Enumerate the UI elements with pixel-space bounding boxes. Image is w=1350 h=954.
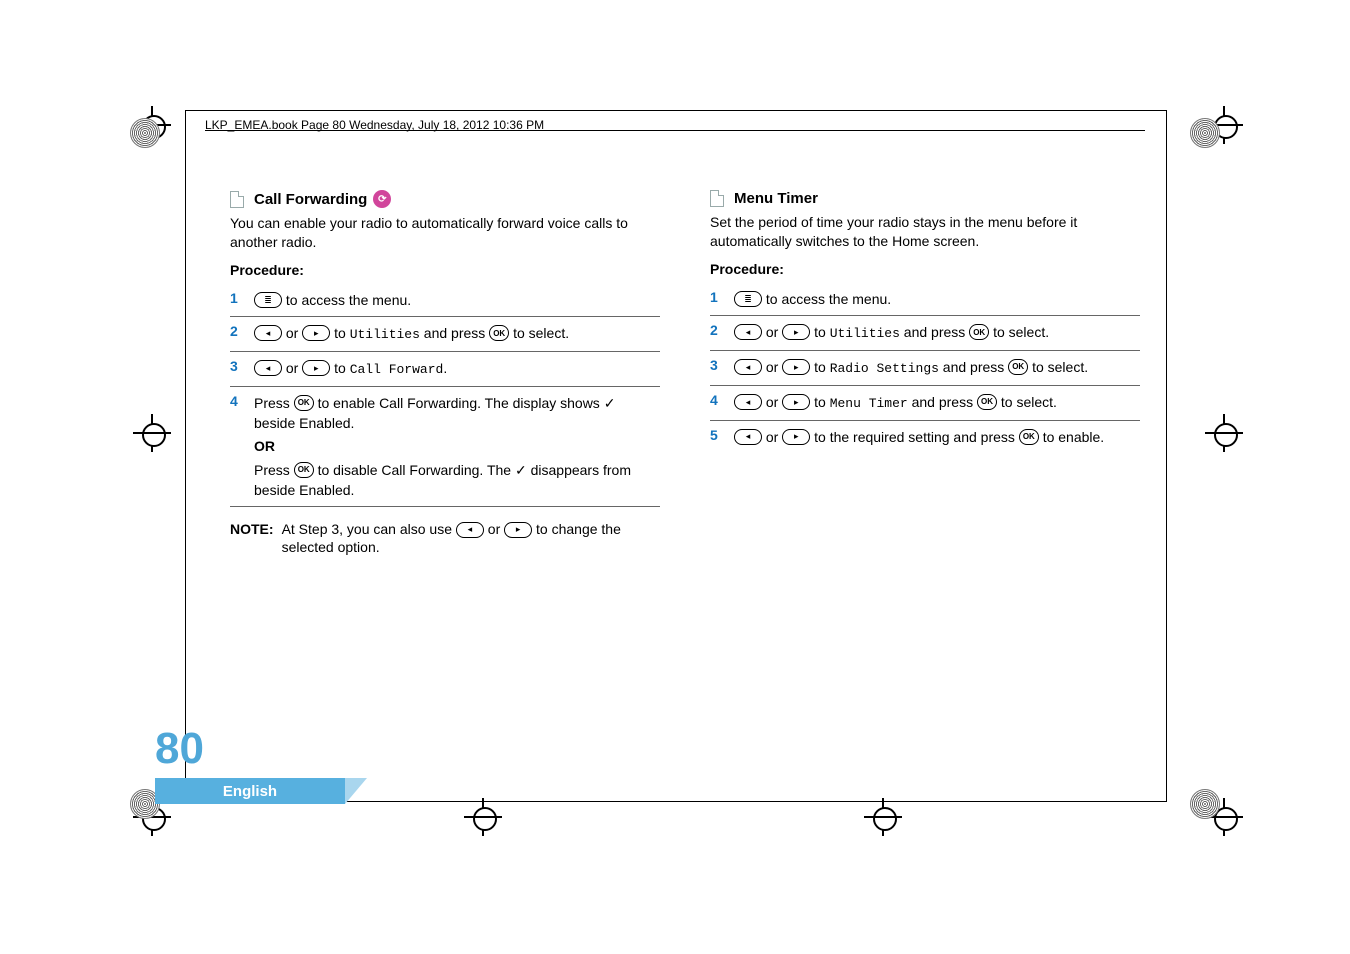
nav-left-icon: ◂ [734, 324, 762, 340]
left-column: Call Forwarding ⟳ You can enable your ra… [230, 190, 660, 555]
step-row: 3 ◂ or ▸ to Radio Settings and press OK … [710, 351, 1140, 386]
note-label: NOTE: [230, 521, 274, 554]
page-number: 80 [155, 724, 204, 774]
nav-right-icon: ▸ [782, 324, 810, 340]
menu-path-text: Utilities [830, 326, 900, 341]
nav-left-icon: ◂ [254, 360, 282, 376]
ok-button-icon: OK [977, 394, 997, 410]
step-row: 4 Press OK to enable Call Forwarding. Th… [230, 387, 660, 507]
step-number: 2 [710, 322, 724, 338]
step-body: ◂ or ▸ to Radio Settings and press OK to… [734, 357, 1140, 379]
nav-right-icon: ▸ [302, 325, 330, 341]
step-row: 3 ◂ or ▸ to Call Forward. [230, 352, 660, 387]
menu-path-text: Utilities [350, 327, 420, 342]
section-title-menu-timer: Menu Timer [710, 190, 1140, 207]
step-number: 2 [230, 323, 244, 339]
ok-button-icon: OK [294, 395, 314, 411]
step-body: ◂ or ▸ to Utilities and press OK to sele… [734, 322, 1140, 344]
menu-button-icon: ≣ [254, 292, 282, 308]
running-header: LKP_EMEA.book Page 80 Wednesday, July 18… [205, 118, 544, 132]
note-body: At Step 3, you can also use ◂ or ▸ to ch… [282, 521, 660, 554]
step-row: 5 ◂ or ▸ to the required setting and pre… [710, 421, 1140, 453]
step-body: ≣ to access the menu. [254, 290, 660, 310]
procedure-label: Procedure: [230, 262, 660, 278]
section-title-call-forwarding: Call Forwarding ⟳ [230, 190, 660, 208]
registration-mark-icon [870, 804, 896, 830]
step-row: 4 ◂ or ▸ to Menu Timer and press OK to s… [710, 386, 1140, 421]
color-registration-icon [1190, 118, 1220, 148]
step-row: 2 ◂ or ▸ to Utilities and press OK to se… [710, 316, 1140, 351]
menu-button-icon: ≣ [734, 291, 762, 307]
document-icon [710, 190, 724, 207]
step-number: 4 [710, 392, 724, 408]
step-row: 1 ≣ to access the menu. [230, 284, 660, 317]
ok-button-icon: OK [1019, 429, 1039, 445]
nav-right-icon: ▸ [302, 360, 330, 376]
nav-right-icon: ▸ [504, 522, 532, 538]
ok-button-icon: OK [294, 462, 314, 478]
step-number: 4 [230, 393, 244, 409]
step-body: ◂ or ▸ to Utilities and press OK to sele… [254, 323, 660, 345]
registration-mark-icon [1211, 420, 1237, 446]
nav-right-icon: ▸ [782, 429, 810, 445]
nav-right-icon: ▸ [782, 394, 810, 410]
ok-button-icon: OK [969, 324, 989, 340]
nav-left-icon: ◂ [456, 522, 484, 538]
registration-mark-icon [139, 420, 165, 446]
menu-path-text: Radio Settings [830, 361, 939, 376]
step-body: Press OK to enable Call Forwarding. The … [254, 393, 660, 500]
color-registration-icon [130, 118, 160, 148]
intro-paragraph: Set the period of time your radio stays … [710, 213, 1140, 251]
language-tab: English [155, 778, 345, 804]
nav-left-icon: ◂ [734, 429, 762, 445]
intro-paragraph: You can enable your radio to automatical… [230, 214, 660, 252]
or-label: OR [254, 436, 660, 456]
step-body: ◂ or ▸ to the required setting and press… [734, 427, 1140, 447]
section-title-text: Call Forwarding [254, 191, 367, 208]
step-number: 1 [710, 289, 724, 305]
step-number: 5 [710, 427, 724, 443]
procedure-label: Procedure: [710, 261, 1140, 277]
feature-badge-icon: ⟳ [373, 190, 391, 208]
registration-mark-icon [470, 804, 496, 830]
step-row: 1 ≣ to access the menu. [710, 283, 1140, 316]
color-registration-icon [1190, 789, 1220, 819]
step-number: 3 [230, 358, 244, 374]
content-columns: Call Forwarding ⟳ You can enable your ra… [230, 190, 1140, 555]
nav-right-icon: ▸ [782, 359, 810, 375]
step-body: ◂ or ▸ to Call Forward. [254, 358, 660, 380]
right-column: Menu Timer Set the period of time your r… [710, 190, 1140, 555]
nav-left-icon: ◂ [254, 325, 282, 341]
nav-left-icon: ◂ [734, 394, 762, 410]
menu-path-text: Menu Timer [830, 396, 908, 411]
step-number: 1 [230, 290, 244, 306]
check-icon: ✓ [515, 462, 527, 478]
step-row: 2 ◂ or ▸ to Utilities and press OK to se… [230, 317, 660, 352]
step-body: ◂ or ▸ to Menu Timer and press OK to sel… [734, 392, 1140, 414]
step-body: ≣ to access the menu. [734, 289, 1140, 309]
check-icon: ✓ [604, 395, 616, 411]
step-number: 3 [710, 357, 724, 373]
ok-button-icon: OK [1008, 359, 1028, 375]
menu-path-text: Call Forward [350, 362, 444, 377]
ok-button-icon: OK [489, 325, 509, 341]
document-icon [230, 191, 244, 208]
nav-left-icon: ◂ [734, 359, 762, 375]
note-block: NOTE: At Step 3, you can also use ◂ or ▸… [230, 521, 660, 554]
section-title-text: Menu Timer [734, 190, 818, 207]
